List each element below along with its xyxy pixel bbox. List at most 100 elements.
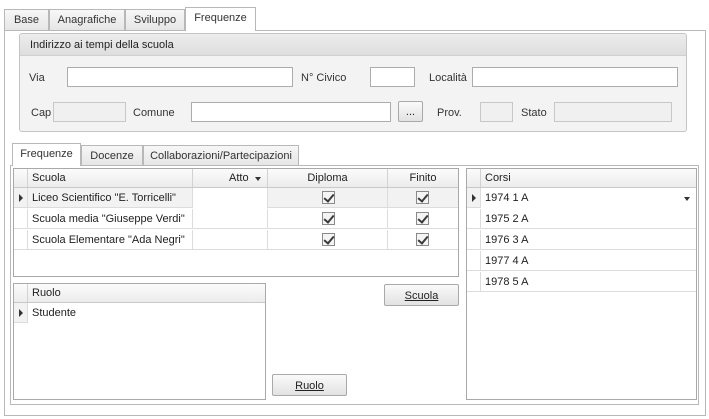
cell-corso: 1977 4 A [485,255,529,267]
list-item[interactable]: 1977 4 A [467,251,696,271]
column-header-atto[interactable]: Atto [193,169,268,187]
tab-label: Collaborazioni/Partecipazioni [150,150,292,162]
ruolo-button-label: Ruolo [295,380,324,392]
tab-sviluppo[interactable]: Sviluppo [125,9,185,30]
cell-atto[interactable] [193,230,268,250]
prov-label: Prov. [437,107,462,119]
column-header-corsi[interactable]: Corsi [481,169,696,187]
stato-field [554,102,672,122]
column-header-ruolo[interactable]: Ruolo [28,284,265,302]
row-pointer-icon [472,194,476,202]
roles-grid-header: Ruolo [14,284,265,303]
row-indicator [467,230,481,250]
row-indicator [467,188,481,208]
table-row[interactable]: Liceo Scientifico "E. Torricelli" [14,188,458,208]
courses-grid[interactable]: Corsi 1974 1 A 1975 2 A 1976 3 A 1977 4 … [466,168,697,400]
cell-atto[interactable] [193,209,268,229]
tab-base[interactable]: Base [4,9,49,30]
comune-input[interactable] [192,103,390,121]
checkbox-checked-icon[interactable] [322,212,335,225]
cell-corso: 1978 5 A [485,276,529,288]
cell-finito [388,230,458,250]
via-field[interactable] [67,67,293,87]
row-indicator [467,251,481,271]
localita-field[interactable] [472,67,678,87]
row-indicator [467,209,481,229]
via-label: Via [29,72,45,84]
civico-input[interactable] [371,68,414,86]
header-indicator [14,284,28,302]
cell-diploma [268,230,388,250]
schools-grid[interactable]: Scuola Atto Diploma Finito Liceo Scienti… [13,168,459,277]
schools-grid-header: Scuola Atto Diploma Finito [14,169,458,188]
list-item[interactable]: Studente [14,303,265,323]
cell-diploma [268,188,388,208]
comune-label: Comune [133,107,175,119]
tab-collaborazioni[interactable]: Collaborazioni/Partecipazioni [143,145,299,165]
column-header-finito[interactable]: Finito [388,169,458,187]
scuola-button-label: Scuola [404,290,439,302]
tab-label: Frequenze [20,148,73,160]
prov-field [480,102,513,122]
checkbox-checked-icon[interactable] [322,233,335,246]
list-item[interactable]: 1976 3 A [467,230,696,250]
checkbox-checked-icon[interactable] [322,191,335,204]
tab-label: Base [13,14,40,26]
cell-scuola: Liceo Scientifico "E. Torricelli" [28,188,193,208]
row-pointer-icon [19,194,23,202]
comune-field[interactable] [191,102,391,122]
tab-label: Docenze [90,150,134,162]
column-header-scuola[interactable]: Scuola [28,169,193,187]
checkbox-checked-icon[interactable] [416,212,429,225]
comune-browse-button[interactable]: ... [398,101,423,122]
cap-field [53,102,126,122]
row-pointer-icon [19,309,23,317]
ruolo-button[interactable]: Ruolo [272,374,347,396]
cell-corso: 1974 1 A [481,188,696,208]
header-indicator [467,169,481,187]
row-indicator [467,272,481,292]
prov-input [481,103,512,121]
civico-field[interactable] [370,67,415,87]
row-indicator [14,303,28,323]
cell-scuola: Scuola media "Giuseppe Verdi" [28,209,193,229]
cap-label: Cap [31,107,52,119]
table-row[interactable]: Scuola media "Giuseppe Verdi" [14,209,458,229]
checkbox-checked-icon[interactable] [416,191,429,204]
localita-label: Località [429,72,467,84]
dropdown-arrow-icon[interactable] [684,197,690,201]
tab-label: Frequenze [194,12,247,24]
address-group-title: Indirizzo ai tempi della scuola [20,34,686,56]
row-indicator [14,188,28,208]
tab-label: Anagrafiche [57,14,117,26]
localita-input[interactable] [473,68,677,86]
stato-input [555,103,671,121]
sort-down-icon [255,177,261,181]
list-item[interactable]: 1978 5 A [467,272,696,292]
cell-scuola: Scuola Elementare "Ada Negri" [28,230,193,250]
cell-finito [388,209,458,229]
cell-atto[interactable] [193,188,268,208]
checkbox-checked-icon[interactable] [416,233,429,246]
tab-inner-frequenze[interactable]: Frequenze [12,143,81,166]
via-input[interactable] [68,68,292,86]
tab-docenze[interactable]: Docenze [81,145,143,165]
row-indicator [14,209,28,229]
list-item[interactable]: 1974 1 A [467,188,696,208]
list-item[interactable]: 1975 2 A [467,209,696,229]
cell-ruolo: Studente [28,303,265,323]
cell-diploma [268,209,388,229]
roles-grid[interactable]: Ruolo Studente [13,283,266,400]
civico-label: N° Civico [301,72,347,84]
tab-anagrafiche[interactable]: Anagrafiche [49,9,125,30]
column-header-diploma[interactable]: Diploma [268,169,388,187]
header-indicator [14,169,28,187]
table-row[interactable]: Scuola Elementare "Ada Negri" [14,230,458,250]
courses-grid-header: Corsi [467,169,696,188]
cell-finito [388,188,458,208]
cell-corso: 1975 2 A [485,213,529,225]
scuola-button[interactable]: Scuola [384,284,459,306]
cell-corso: 1976 3 A [485,234,529,246]
tab-label: Sviluppo [133,14,177,26]
tab-frequenze[interactable]: Frequenze [185,7,256,31]
